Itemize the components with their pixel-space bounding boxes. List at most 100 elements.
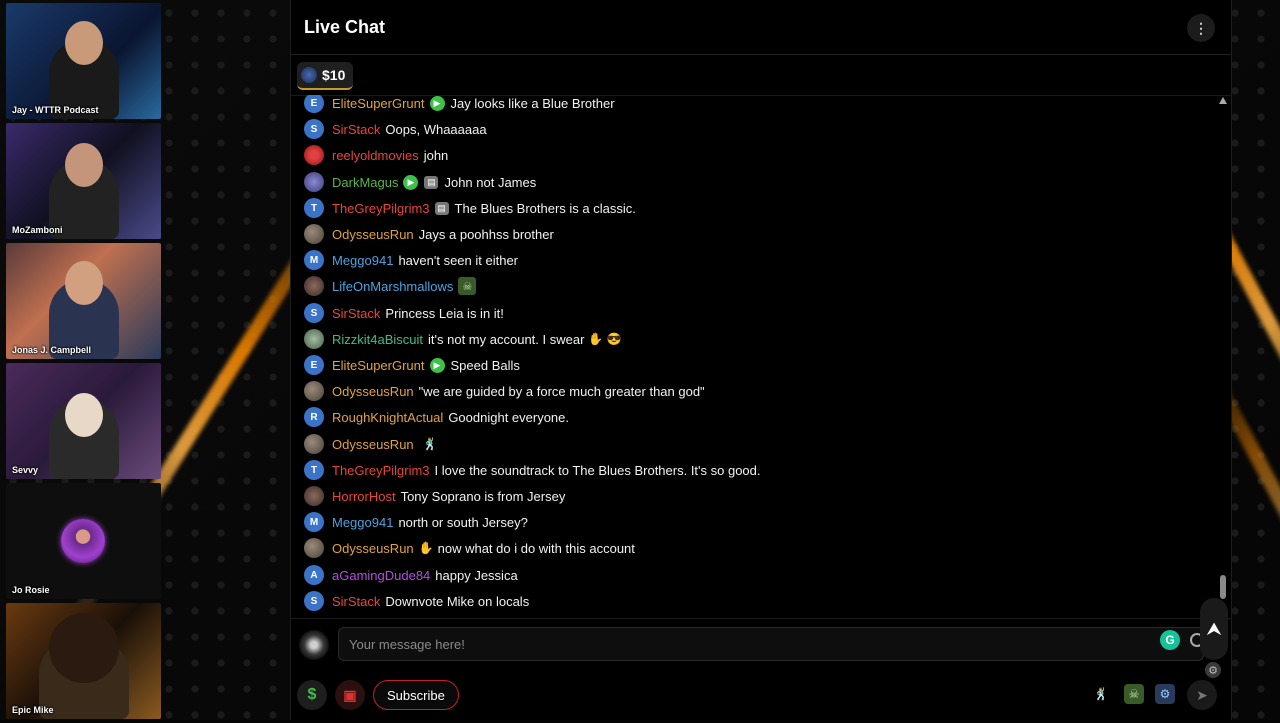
avatar[interactable] (304, 224, 324, 244)
chat-username[interactable]: OdysseusRun (332, 227, 414, 242)
chat-message: M Meggo941 haven't seen it either (304, 249, 518, 271)
tips-bar: $10 (291, 55, 1231, 96)
avatar[interactable] (304, 172, 324, 192)
avatar[interactable]: R (304, 407, 324, 427)
chat-message: HorrorHost Tony Soprano is from Jersey (304, 485, 565, 507)
play-badge-icon: ▶ (429, 95, 445, 111)
subscribe-button[interactable]: Subscribe (373, 680, 459, 710)
chat-message-text: Oops, Whaaaaaa (385, 121, 487, 137)
chat-username[interactable]: RoughKnightActual (332, 410, 443, 425)
webcam-label: Jo Rosie (12, 585, 50, 595)
avatar[interactable] (304, 145, 324, 165)
scroll-up-icon[interactable] (1219, 97, 1227, 104)
avatar (301, 67, 317, 83)
webcam-tile[interactable]: Epic Mike (6, 603, 161, 719)
page-title: Live Chat (304, 17, 386, 37)
chat-username[interactable]: OdysseusRun (332, 437, 414, 452)
chat-username[interactable]: OdysseusRun (332, 541, 414, 556)
chat-message: S SirStack Oops, Whaaaaaa (304, 118, 487, 140)
chat-username[interactable]: HorrorHost (332, 489, 396, 504)
chat-message-text: haven't seen it either (398, 252, 519, 268)
chat-username[interactable]: reelyoldmovies (332, 148, 419, 163)
chat-username[interactable]: SirStack (332, 306, 380, 321)
emoji: ✋ 😎 (588, 332, 622, 346)
avatar[interactable] (304, 276, 324, 296)
person-hair (48, 613, 119, 683)
chat-username[interactable]: TheGreyPilgrim3 (332, 463, 430, 478)
send-icon[interactable]: ➤ (1187, 680, 1217, 710)
webcam-tile[interactable]: MoZamboni (6, 123, 161, 239)
tip-chip[interactable]: $10 (297, 62, 354, 90)
chat-username[interactable]: LifeOnMarshmallows (332, 279, 453, 294)
chat-message-text: happy Jessica (435, 567, 518, 583)
chat-message: T TheGreyPilgrim3 I love the soundtrack to… (304, 459, 761, 481)
message-input[interactable] (338, 627, 1204, 661)
chat-message-text: The Blues Brothers is a classic. (454, 200, 636, 216)
chat-username[interactable]: EliteSuperGrunt (332, 358, 425, 373)
chat-message-text: north or south Jersey? (398, 514, 528, 530)
chat-username[interactable]: DarkMagus (332, 175, 398, 190)
chat-message: M Meggo941 north or south Jersey? (304, 511, 528, 533)
play-badge-icon: ▶ (403, 174, 419, 190)
avatar[interactable] (304, 329, 324, 349)
grammarly-icon[interactable]: G (1160, 630, 1180, 650)
chat-message: E EliteSuperGrunt ▶ Speed Balls (304, 354, 520, 376)
person-head (64, 143, 103, 187)
avatar[interactable]: S (304, 119, 324, 139)
avatar[interactable]: T (304, 198, 324, 218)
webcam-tile[interactable]: Jo Rosie (6, 483, 161, 599)
tip-amount: $10 (322, 67, 346, 83)
robot-emote-icon[interactable]: ⚙ (1155, 684, 1175, 704)
dance-emote-icon[interactable]: 🕺 (1091, 684, 1111, 704)
chat-username[interactable]: Rizzkit4aBiscuit (332, 332, 423, 347)
avatar[interactable] (304, 434, 324, 454)
webcam-label: Sevvy (12, 465, 39, 475)
scroll-thumb[interactable] (1220, 575, 1226, 599)
chat-message-text: "we are guided by a force much greater t… (418, 383, 705, 399)
avatar[interactable]: S (304, 303, 324, 323)
chat-username[interactable]: aGamingDude84 (332, 568, 430, 583)
chat-message-text: Speed Balls (450, 357, 520, 373)
emoji: 🕺 (422, 437, 438, 451)
avatar[interactable]: M (304, 250, 324, 270)
webcam-tile[interactable]: Jay - WTTR Podcast (6, 3, 161, 119)
play-badge-icon: ▶ (429, 357, 445, 373)
avatar[interactable] (304, 486, 324, 506)
chat-username[interactable]: SirStack (332, 594, 380, 609)
webcam-column: Jay - WTTR Podcast MoZamboni Jonas J. Ca… (6, 3, 161, 723)
gear-icon[interactable]: ⚙ (1205, 662, 1221, 678)
navigation-arrow-icon[interactable]: ⮝ (1200, 598, 1228, 660)
chat-username[interactable]: OdysseusRun (332, 384, 414, 399)
chat-message-text: Princess Leia is in it! (385, 305, 504, 321)
avatar (299, 630, 329, 660)
chat-message-text: Jays a poohhss brother (418, 226, 554, 242)
tip-button[interactable]: $ (297, 680, 327, 710)
webcam-tile[interactable]: Sevvy (6, 363, 161, 479)
chat-message-text: now what do i do with this account (437, 540, 635, 556)
avatar[interactable]: A (304, 565, 324, 585)
avatar[interactable]: S (304, 591, 324, 611)
chat-username[interactable]: SirStack (332, 122, 380, 137)
chat-username[interactable]: EliteSuperGrunt (332, 96, 425, 111)
gift-icon[interactable]: ▣ (335, 680, 365, 710)
skull-badge-icon: ☠ (458, 277, 477, 295)
skull-emote-icon[interactable]: ☠ (1124, 684, 1144, 704)
chat-message: S SirStack Downvote Mike on locals (304, 590, 529, 612)
avatar[interactable]: M (304, 512, 324, 532)
avatar[interactable] (304, 538, 324, 558)
avatar[interactable]: T (304, 460, 324, 480)
scrollbar[interactable] (1219, 97, 1227, 617)
chat-message-text: Downvote Mike on locals (385, 593, 530, 609)
chat-username[interactable]: Meggo941 (332, 253, 393, 268)
chat-username[interactable]: Meggo941 (332, 515, 393, 530)
chat-message-text: I love the soundtrack to The Blues Broth… (434, 462, 761, 478)
webcam-tile[interactable]: Jonas J. Campbell (6, 243, 161, 359)
chat-username[interactable]: TheGreyPilgrim3 (332, 201, 430, 216)
chat-message: S SirStack Princess Leia is in it! (304, 302, 504, 324)
avatar[interactable] (304, 381, 324, 401)
chat-message-text: Jay looks like a Blue Brother (450, 95, 615, 111)
avatar[interactable]: E (304, 95, 324, 113)
avatar[interactable]: E (304, 355, 324, 375)
more-vertical-icon[interactable]: ⋮ (1187, 14, 1215, 42)
chat-message: AaGamingDude84 happy Jessica (304, 564, 518, 586)
